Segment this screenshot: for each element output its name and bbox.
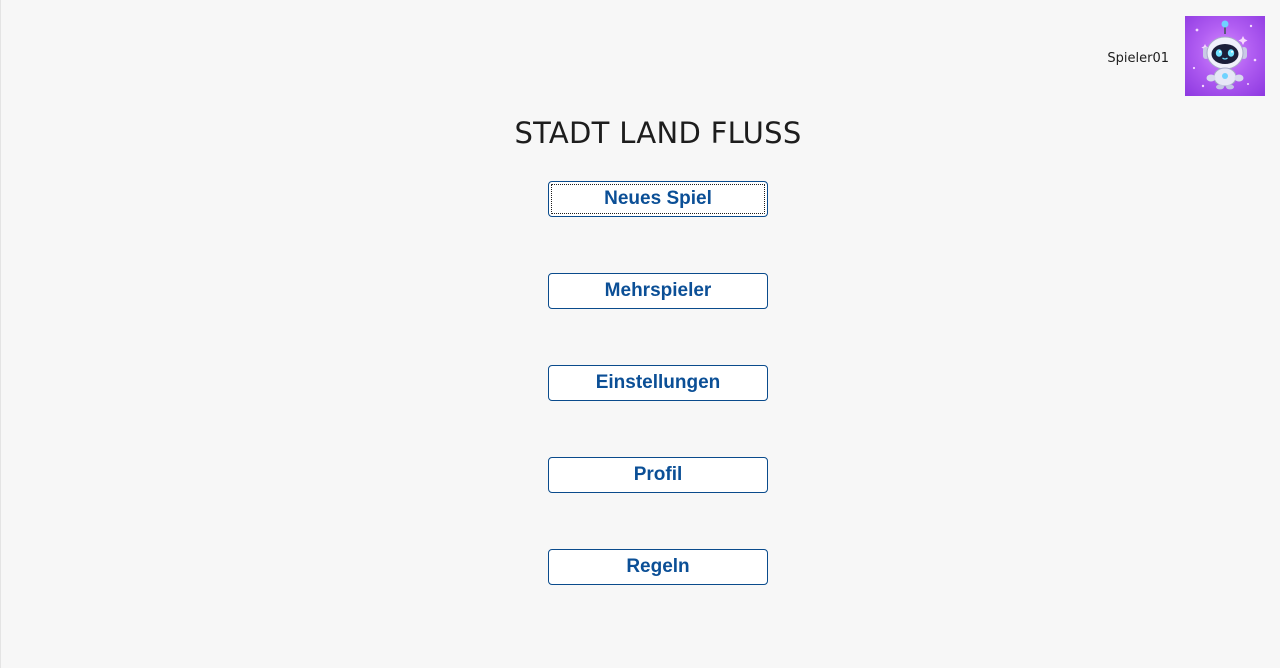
robot-avatar-graphic [1192, 20, 1257, 90]
game-title: STADT LAND FLUSS [514, 116, 802, 150]
username-label: Spieler01 [1107, 50, 1169, 66]
settings-button[interactable]: Einstellungen [548, 365, 768, 401]
rules-button[interactable]: Regeln [548, 549, 768, 585]
profile-button[interactable]: Profil [548, 457, 768, 493]
robot-avatar-icon[interactable] [1185, 16, 1265, 96]
main-menu-screen: Spieler01 STADT LAND FLUSS Neues Spiel M… [0, 0, 1280, 668]
main-menu: Neues Spiel Mehrspieler Einstellungen Pr… [548, 181, 768, 641]
new-game-button[interactable]: Neues Spiel [548, 181, 768, 217]
user-profile-area[interactable]: Spieler01 [1107, 16, 1265, 96]
multiplayer-button[interactable]: Mehrspieler [548, 273, 768, 309]
